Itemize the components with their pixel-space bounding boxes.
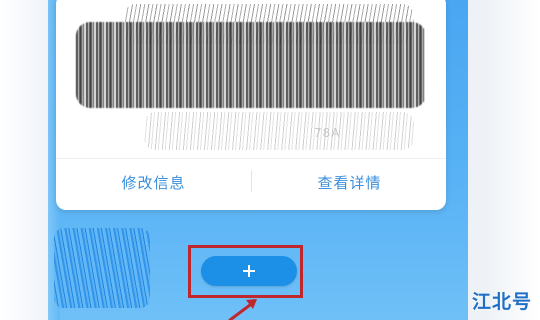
redacted-lower-content <box>54 228 150 308</box>
add-button[interactable] <box>201 256 297 286</box>
redaction-scribble-main <box>76 22 426 108</box>
plus-icon <box>243 265 255 277</box>
edit-info-button[interactable]: 修改信息 <box>56 169 251 195</box>
redaction-scribble-lower <box>144 112 414 150</box>
phone-screen: 78A 修改信息 查看详情 <box>48 0 468 320</box>
redacted-card-content <box>64 4 438 152</box>
partial-visible-text: 78A <box>314 126 341 140</box>
view-details-button[interactable]: 查看详情 <box>252 169 446 195</box>
info-card: 78A 修改信息 查看详情 <box>56 0 446 210</box>
annotation-arrow-icon <box>228 299 257 320</box>
card-divider <box>56 158 446 159</box>
watermark-text: 江北号 <box>472 291 533 313</box>
